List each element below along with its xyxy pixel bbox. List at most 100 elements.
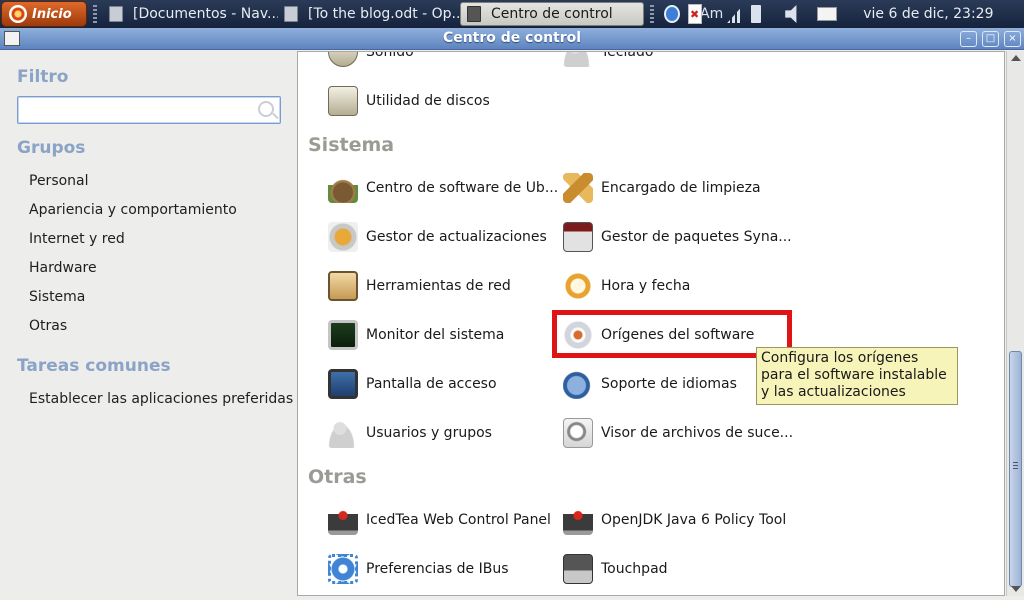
taskbar-item-blog-document[interactable]: [To the blog.odt - Op...	[278, 2, 460, 26]
item-label: Encargado de limpieza	[601, 180, 761, 196]
ubuntu-logo-icon	[9, 5, 27, 23]
group-item-other[interactable]: Otras	[29, 318, 67, 334]
tray-text: Am	[700, 6, 724, 22]
janitor-icon	[563, 173, 593, 203]
system-monitor-icon	[328, 320, 358, 350]
scroll-down-arrow-icon[interactable]	[1011, 586, 1021, 592]
item-label: Centro de software de Ub...	[366, 180, 559, 196]
item-sound[interactable]: Sonido	[328, 51, 414, 70]
item-users-groups[interactable]: Usuarios y grupos	[328, 415, 492, 451]
disk-utility-icon	[328, 86, 358, 116]
item-label: Utilidad de discos	[366, 93, 490, 109]
document-icon	[284, 6, 298, 22]
task-preferred-apps[interactable]: Establecer las aplicaciones preferidas	[29, 391, 293, 407]
maximize-button[interactable]: □	[982, 31, 999, 47]
network-signal-icon[interactable]	[727, 5, 744, 23]
filter-field[interactable]	[17, 96, 281, 124]
search-icon	[258, 101, 274, 117]
accessibility-icon[interactable]	[664, 5, 680, 23]
window-title: Centro de control	[442, 30, 582, 46]
item-update-manager[interactable]: Gestor de actualizaciones	[328, 219, 547, 255]
item-label: Soporte de idiomas	[601, 376, 737, 392]
window-titlebar[interactable]: Centro de control – □ ×	[0, 28, 1024, 50]
group-item-internet[interactable]: Internet y red	[29, 231, 125, 247]
touchpad-icon	[563, 554, 593, 584]
panel-grip-icon[interactable]	[650, 5, 654, 23]
taskbar-item-documentos[interactable]: [Documentos - Nav...	[103, 2, 278, 26]
users-groups-icon	[328, 418, 358, 448]
item-ibus-preferences[interactable]: Preferencias de IBus	[328, 551, 509, 587]
groups-heading: Grupos	[17, 138, 86, 158]
section-heading-system: Sistema	[308, 134, 395, 156]
item-touchpad[interactable]: Touchpad	[563, 551, 668, 587]
start-button[interactable]: Inicio	[1, 1, 87, 27]
item-label: Herramientas de red	[366, 278, 511, 294]
item-label: Pantalla de acceso	[366, 376, 497, 392]
item-login-screen[interactable]: Pantalla de acceso	[328, 366, 497, 402]
sidebar: Filtro Grupos Personal Apariencia y comp…	[0, 51, 296, 600]
item-janitor[interactable]: Encargado de limpieza	[563, 170, 761, 206]
item-network-tools[interactable]: Herramientas de red	[328, 268, 511, 304]
section-heading-other: Otras	[308, 466, 367, 488]
start-label: Inicio	[32, 6, 72, 22]
vertical-scrollbar[interactable]	[1006, 51, 1024, 596]
group-item-hardware[interactable]: Hardware	[29, 260, 97, 276]
group-item-system[interactable]: Sistema	[29, 289, 85, 305]
taskbar-item-control-center[interactable]: Centro de control	[460, 2, 644, 26]
control-center-icon	[467, 6, 481, 22]
tooltip: Configura los orígenes para el software …	[756, 347, 958, 405]
item-label: Gestor de actualizaciones	[366, 229, 547, 245]
item-keyboard[interactable]: Teclado	[563, 51, 654, 70]
battery-icon[interactable]	[751, 5, 762, 23]
sound-icon	[328, 52, 358, 67]
item-label: Sonido	[366, 51, 414, 60]
item-log-viewer[interactable]: Visor de archivos de suce...	[563, 415, 793, 451]
item-label: Visor de archivos de suce...	[601, 425, 794, 441]
gear-icon	[328, 554, 358, 584]
item-label: IcedTea Web Control Panel	[366, 512, 551, 528]
item-system-monitor[interactable]: Monitor del sistema	[328, 317, 504, 353]
synaptic-icon	[563, 222, 593, 252]
item-label: Teclado	[601, 51, 654, 60]
item-label: Preferencias de IBus	[366, 561, 509, 577]
filter-heading: Filtro	[17, 67, 69, 87]
close-button[interactable]: ×	[1004, 31, 1021, 47]
panel-grip-icon[interactable]	[93, 5, 97, 23]
java-icon	[563, 505, 593, 535]
update-alert-icon[interactable]	[688, 4, 702, 24]
item-java-policy-tool[interactable]: OpenJDK Java 6 Policy Tool	[563, 502, 786, 538]
clock[interactable]: vie 6 de dic, 23:29	[863, 6, 993, 22]
software-center-icon	[328, 173, 358, 203]
taskbar-item-label: [To the blog.odt - Op...	[308, 6, 460, 22]
item-icedtea[interactable]: IcedTea Web Control Panel	[328, 502, 551, 538]
item-software-center[interactable]: Centro de software de Ub...	[328, 170, 558, 206]
item-disk-utility[interactable]: Utilidad de discos	[328, 83, 490, 119]
file-manager-icon	[109, 6, 123, 22]
login-screen-icon	[328, 369, 358, 399]
taskbar-item-label: Centro de control	[491, 6, 613, 22]
item-label: Monitor del sistema	[366, 327, 505, 343]
keyboard-icon	[563, 52, 593, 67]
language-support-icon	[563, 369, 593, 399]
group-item-personal[interactable]: Personal	[29, 173, 89, 189]
item-synaptic[interactable]: Gestor de paquetes Syna...	[563, 219, 792, 255]
item-label: Hora y fecha	[601, 278, 691, 294]
group-item-appearance[interactable]: Apariencia y comportamiento	[29, 202, 237, 218]
item-time-date[interactable]: Hora y fecha	[563, 268, 690, 304]
taskbar-item-label: [Documentos - Nav...	[133, 6, 278, 22]
common-tasks-heading: Tareas comunes	[17, 356, 171, 376]
update-manager-icon	[328, 222, 358, 252]
log-viewer-icon	[563, 418, 593, 448]
top-panel: Inicio [Documentos - Nav... [To the blog…	[0, 0, 1024, 28]
item-language-support[interactable]: Soporte de idiomas	[563, 366, 737, 402]
scroll-up-arrow-icon[interactable]	[1011, 55, 1021, 61]
volume-icon[interactable]	[785, 5, 797, 23]
item-label: Usuarios y grupos	[366, 425, 492, 441]
item-label: Touchpad	[601, 561, 668, 577]
filter-input[interactable]	[23, 98, 251, 122]
minimize-button[interactable]: –	[960, 31, 977, 47]
scrollbar-thumb[interactable]	[1009, 351, 1022, 587]
network-tools-icon	[328, 271, 358, 301]
mail-icon[interactable]	[817, 7, 838, 21]
scroll-grip-icon	[1013, 462, 1018, 470]
